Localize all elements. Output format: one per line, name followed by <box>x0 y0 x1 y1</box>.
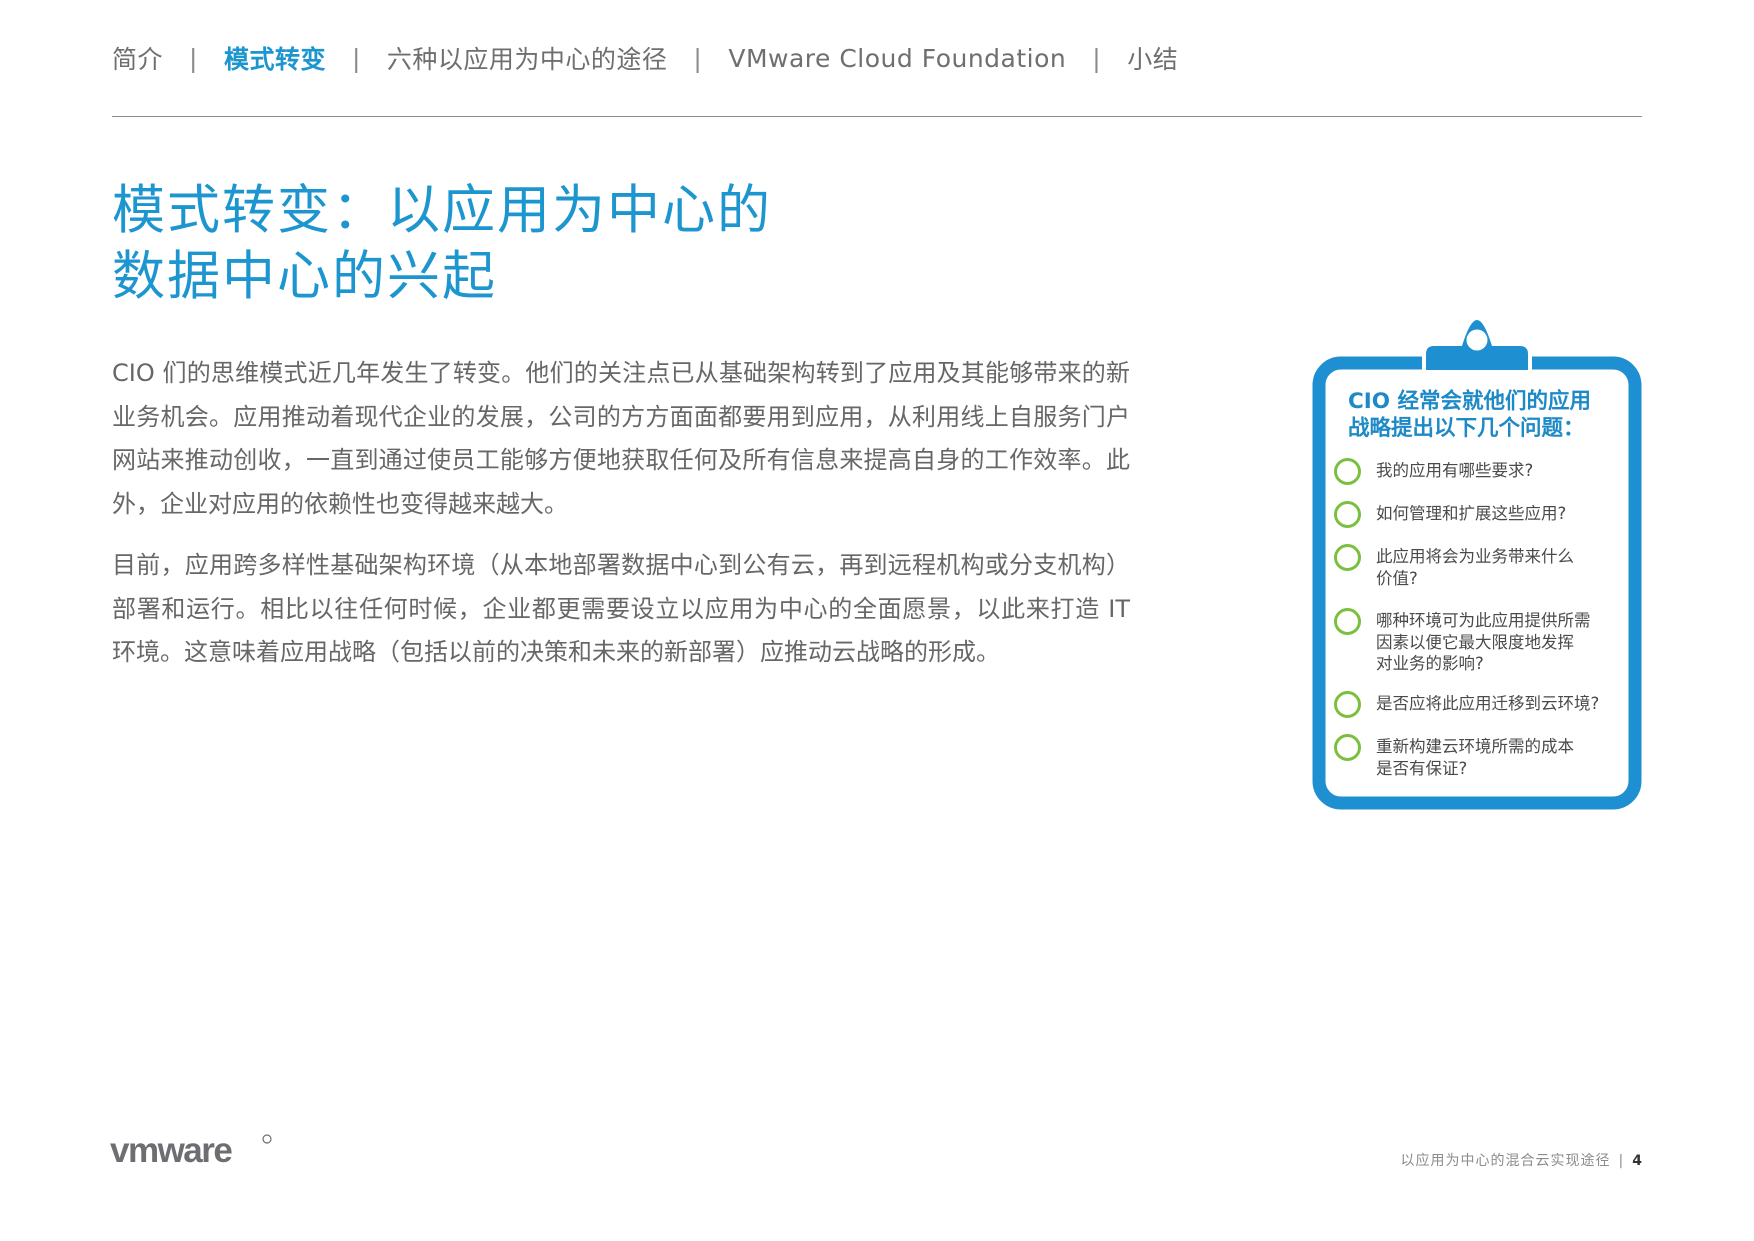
empty-checkbox-icon <box>1334 544 1361 571</box>
nav-item-six-approaches[interactable]: 六种以应用为中心的途径 <box>387 40 668 76</box>
question-text: 因素以便它最大限度地发挥 <box>1376 632 1574 652</box>
page-title-line-2: 数据中心的兴起 <box>112 246 497 307</box>
body-paragraph-2: 目前，应用跨多样性基础架构环境（从本地部署数据中心到公有云，再到远程机构或分支机… <box>112 551 1130 666</box>
page-footer: 以应用为中心的混合云实现途径 | 4 <box>1401 1150 1643 1170</box>
cio-questions-clipboard: CIO 经常会就他们的应用 战略提出以下几个问题： 我的应用有哪些要求? 如何管… <box>1312 318 1642 810</box>
question-text: 哪种环境可为此应用提供所需 <box>1376 611 1591 630</box>
empty-checkbox-icon <box>1334 691 1361 718</box>
clipboard-heading: CIO 经常会就他们的应用 战略提出以下几个问题： <box>1348 388 1628 442</box>
body-text: CIO 们的思维模式近几年发生了转变。他们的关注点已从基础架构转到了应用及其能够… <box>112 352 1130 693</box>
empty-checkbox-icon <box>1334 734 1361 761</box>
clipboard-heading-line-1: CIO 经常会就他们的应用 <box>1348 389 1592 414</box>
page-number: 4 <box>1632 1153 1643 1169</box>
nav-separator: | <box>189 43 198 73</box>
question-text: 重新构建云环境所需的成本 <box>1376 737 1574 756</box>
nav-separator: | <box>693 43 703 73</box>
body-paragraph-1: CIO 们的思维模式近几年发生了转变。他们的关注点已从基础架构转到了应用及其能够… <box>112 359 1130 518</box>
question-text: 是否应将此应用迁移到云环境? <box>1376 694 1600 713</box>
header-divider <box>112 116 1642 117</box>
empty-checkbox-icon <box>1334 501 1361 528</box>
question-text: 是否有保证? <box>1376 758 1468 778</box>
footer-document-title: 以应用为中心的混合云实现途径 <box>1400 1153 1611 1169</box>
nav-separator: | <box>351 43 361 73</box>
footer-separator: | <box>1618 1153 1625 1169</box>
question-text: 对业务的影响? <box>1376 654 1484 673</box>
nav-item-vmware-cloud-foundation[interactable]: VMware Cloud Foundation <box>728 44 1066 73</box>
page-title-line-1: 模式转变：以应用为中心的 <box>112 180 772 241</box>
nav-item-summary[interactable]: 小结 <box>1127 40 1178 76</box>
nav-separator: | <box>1092 43 1102 73</box>
empty-checkbox-icon <box>1334 608 1361 635</box>
top-navigation: 简介 | 模式转变 | 六种以应用为中心的途径 | VMware Cloud F… <box>112 40 1178 76</box>
question-text: 如何管理和扩展这些应用? <box>1376 504 1567 523</box>
question-text: 价值? <box>1376 568 1418 588</box>
nav-item-intro[interactable]: 简介 <box>112 40 163 76</box>
vmware-logo: vmware <box>110 1131 272 1170</box>
empty-checkbox-icon <box>1334 458 1361 485</box>
vmware-logo-text: vmware <box>110 1131 232 1170</box>
page-title: 模式转变：以应用为中心的 数据中心的兴起 <box>112 178 872 310</box>
nav-item-paradigm-shift[interactable]: 模式转变 <box>224 40 326 76</box>
question-text: 我的应用有哪些要求? <box>1376 461 1534 480</box>
clipboard-heading-line-2: 战略提出以下几个问题： <box>1348 416 1585 441</box>
question-text: 此应用将会为业务带来什么 <box>1376 547 1574 566</box>
